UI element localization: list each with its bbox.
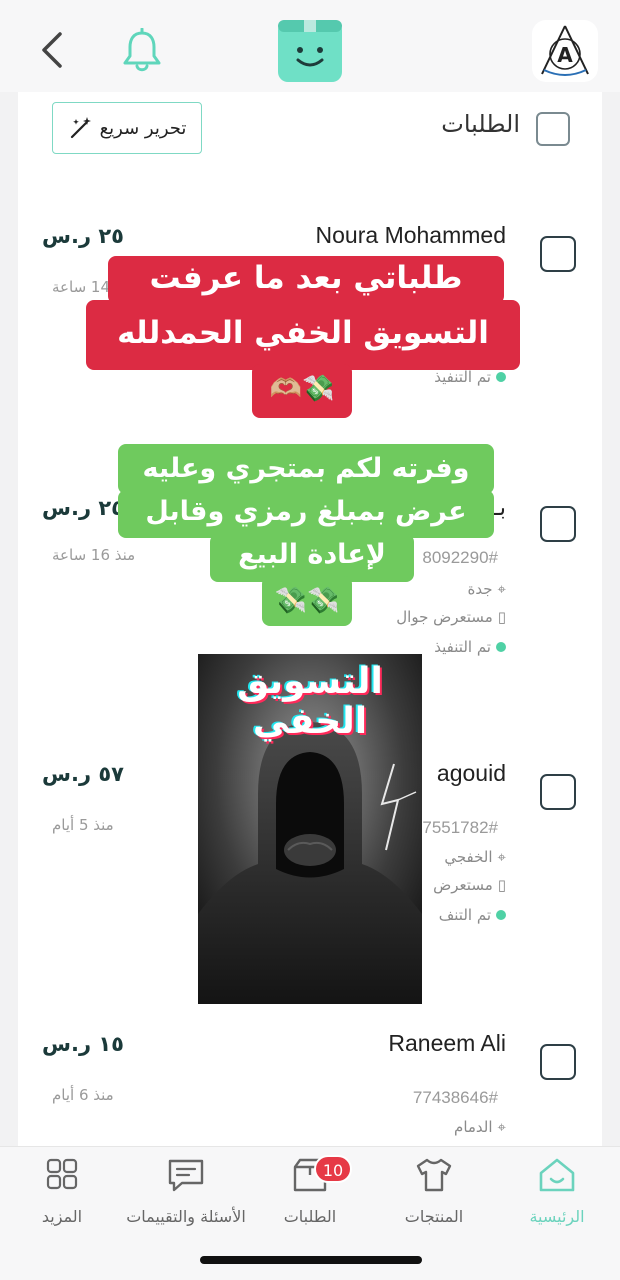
nav-orders-label: الطلبات (283, 1207, 337, 1226)
customer-name: agouid (436, 760, 506, 786)
status-dot-icon (496, 642, 506, 652)
quick-edit-button[interactable]: تحرير سريع (52, 102, 202, 154)
smiling-box-logo-icon (278, 20, 342, 67)
customer-name: Raneem Ali (388, 1030, 506, 1056)
status-label: تم التنف (438, 906, 491, 924)
top-bar: A (0, 0, 620, 92)
order-number: 7551782# (422, 818, 498, 837)
customer-name: بـ (492, 494, 506, 520)
shirt-icon (416, 1158, 452, 1192)
arrow-a-brand-logo-icon: A (541, 25, 589, 76)
nav-products-label: المنتجات (404, 1207, 464, 1226)
device-label: مستعرض جوال (396, 608, 493, 626)
order-checkbox[interactable] (540, 236, 576, 272)
nav-questions-reviews[interactable]: الأسئلة والتقييمات (112, 1157, 260, 1226)
order-checkbox[interactable] (540, 506, 576, 542)
bell-icon[interactable] (120, 28, 164, 74)
image-title-line2: الخفي (252, 701, 368, 742)
orders-count-badge: 10 (314, 1155, 352, 1183)
status-label: تم التنفيذ (434, 638, 491, 656)
order-time: منذ 6 أيام (52, 1086, 114, 1104)
location-pin-icon: ⌖ (497, 1118, 506, 1136)
mobile-icon: ▯ (497, 608, 506, 626)
nav-home-label: الرئيسية (529, 1207, 585, 1226)
promo-text-green-line2: عرض بمبلغ رمزي وقابل (118, 490, 494, 538)
order-device: ▯ مستعرض (433, 876, 506, 894)
home-icon (539, 1158, 575, 1192)
image-title: التسويق الخفي (198, 662, 422, 742)
grid-icon (46, 1158, 78, 1190)
order-price: ٢٥ ر.س (42, 496, 124, 520)
image-title-line1: التسويق (237, 661, 383, 702)
promo-text-red-line2: التسويق الخفي الحمدلله (86, 300, 520, 370)
orders-title: الطلبات (441, 110, 520, 138)
status-dot-icon (496, 910, 506, 920)
order-price: ١٥ ر.س (42, 1032, 124, 1056)
promo-text-green-line3: لإعادة البيع (210, 534, 414, 582)
nav-questions-reviews-label: الأسئلة والتقييمات (126, 1207, 246, 1226)
orders-header: تحرير سريع الطلبات (18, 92, 602, 172)
order-status: تم التنف (439, 906, 506, 924)
promo-emoji-red: 💸🫶🏼 (252, 364, 352, 418)
nav-more[interactable]: المزيد (0, 1157, 124, 1226)
hooded-figure-image: التسويق الخفي (198, 654, 422, 1004)
home-indicator (200, 1256, 422, 1264)
order-time: 14 ساعة (52, 278, 110, 296)
nav-products[interactable]: المنتجات (372, 1157, 496, 1226)
order-card[interactable]: Raneem Ali ١٥ ر.س منذ 6 أيام 77438646# ⌖… (18, 982, 602, 1152)
chat-icon (168, 1159, 204, 1192)
order-number: 77438646# (412, 1088, 498, 1107)
customer-name: Noura Mohammed (315, 222, 506, 248)
city-label: الخفجي (444, 848, 493, 866)
status-dot-icon (496, 372, 506, 382)
magic-wand-icon (70, 117, 91, 139)
chevron-left-icon[interactable] (36, 30, 70, 70)
order-checkbox[interactable] (540, 774, 576, 810)
order-time: منذ 16 ساعة (52, 546, 136, 564)
order-city: ⌖ الدمام (454, 1118, 506, 1136)
promo-text-red-line1: طلباتي بعد ما عرفت (108, 256, 504, 304)
nav-more-label: المزيد (41, 1207, 83, 1226)
mobile-icon: ▯ (497, 876, 506, 894)
location-pin-icon: ⌖ (497, 848, 506, 866)
city-label: الدمام (454, 1118, 493, 1136)
device-label: مستعرض (433, 876, 493, 894)
promo-emoji-green: 💸💸 (262, 576, 352, 626)
promo-text-green-line1: وفرته لكم بمتجري وعليه (118, 444, 494, 494)
brand-logo[interactable]: A (532, 20, 598, 82)
order-status: تم التنفيذ (434, 638, 506, 656)
svg-text:A: A (557, 43, 573, 67)
order-device: ▯ مستعرض جوال (396, 608, 506, 626)
location-pin-icon: ⌖ (497, 580, 506, 598)
status-label: تم التنفيذ (434, 368, 491, 386)
nav-orders[interactable]: 10 الطلبات (248, 1155, 372, 1226)
nav-home[interactable]: الرئيسية (495, 1157, 619, 1226)
order-number: 8092290# (422, 548, 498, 567)
order-checkbox[interactable] (540, 1044, 576, 1080)
order-status: تم التنفيذ (434, 368, 506, 386)
order-price: ٢٥ ر.س (42, 224, 124, 248)
order-city: ⌖ جدة (468, 580, 506, 598)
order-city: ⌖ الخفجي (444, 848, 506, 866)
select-all-checkbox[interactable] (536, 112, 570, 146)
order-time: منذ 5 أيام (52, 816, 114, 834)
city-label: جدة (467, 580, 493, 598)
quick-edit-label: تحرير سريع (99, 117, 187, 139)
app-logo[interactable] (278, 20, 342, 82)
order-price: ٥٧ ر.س (42, 762, 124, 786)
